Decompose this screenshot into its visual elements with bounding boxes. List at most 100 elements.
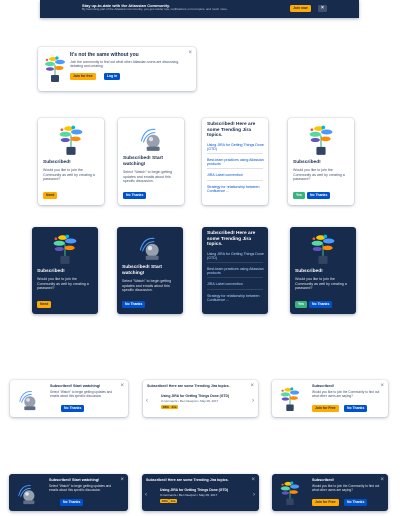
- card-title: Subscribed!: [295, 269, 323, 274]
- close-icon[interactable]: ×: [250, 383, 254, 389]
- close-icon[interactable]: ×: [380, 383, 384, 389]
- card-body: Would you like to join the Community as …: [43, 168, 95, 182]
- join-community-card: It's not the same without you Join the c…: [38, 47, 196, 91]
- topic-link[interactable]: Strategy for relationship between Conflu…: [207, 294, 265, 303]
- log-in-button[interactable]: Log in: [104, 73, 121, 80]
- watching-card-dark: Subscribed! Start watching! Select "Watc…: [117, 227, 183, 314]
- need-button[interactable]: Need: [37, 301, 52, 308]
- plant-illustration: [53, 234, 78, 265]
- need-button[interactable]: Need: [43, 192, 58, 199]
- plant-illustration: [280, 386, 300, 412]
- banner-body: Would you like to join the Community to …: [312, 390, 380, 398]
- divider: [207, 289, 263, 290]
- topic-item-title[interactable]: Using JIRA for Getting Things Done (GTD): [160, 488, 228, 492]
- topics-banner-light: Subscribed! Here are some Trending Jira …: [143, 380, 258, 417]
- close-icon[interactable]: ×: [251, 477, 255, 483]
- close-icon[interactable]: ×: [120, 383, 124, 389]
- card-body: Would you like to join the Community as …: [37, 277, 89, 291]
- card-body: Select "Watch" to begin getting updates …: [122, 279, 172, 293]
- close-icon[interactable]: ×: [120, 477, 124, 483]
- join-now-button[interactable]: Join now: [290, 5, 311, 12]
- card-title: Subscribed!: [43, 160, 71, 165]
- no-thanks-button[interactable]: No Thanks: [123, 192, 147, 199]
- chevron-left-icon[interactable]: ‹: [145, 492, 147, 498]
- watching-banner-dark: Subscribed! Start watching! Select "Watc…: [9, 474, 128, 511]
- card-title: Subscribed! Here are some Trending Jira …: [207, 122, 256, 139]
- banner-title: Subscribed! Here are some Trending Jira …: [146, 478, 229, 482]
- banner-title: Subscribed! Start watching!: [49, 478, 100, 482]
- hero-close-icon[interactable]: ×: [188, 50, 192, 56]
- watch-illustration: [18, 485, 35, 505]
- topic-tag[interactable]: Jira: [170, 405, 178, 409]
- hero-title: It's not the same without you: [70, 52, 139, 58]
- join-free-button[interactable]: Join for Free: [312, 499, 339, 506]
- no-thanks-button[interactable]: No Thanks: [344, 499, 368, 506]
- watching-card-light: Subscribed! Start watching! Select "Watc…: [118, 118, 184, 205]
- banner-title: Subscribed! Here are some Trending Jira …: [147, 384, 230, 388]
- topic-tag[interactable]: JIRA: [161, 405, 171, 409]
- topic-link[interactable]: Best-team practices using Atlassian prod…: [207, 158, 265, 167]
- plant-illustration: [59, 125, 84, 156]
- chevron-right-icon[interactable]: ›: [253, 492, 255, 498]
- divider: [207, 180, 263, 181]
- subscribed-card-dark-2: Subscribed! Would you like to join the C…: [290, 227, 356, 314]
- no-thanks-button[interactable]: No Thanks: [309, 301, 333, 308]
- topics-card-dark: Subscribed! Here are some Trending Jira …: [202, 227, 268, 314]
- watch-illustration: [19, 391, 36, 411]
- card-title: Subscribed! Start watching!: [123, 156, 163, 167]
- join-free-button[interactable]: Join for free: [70, 73, 96, 80]
- banner-body: Select "Watch" to begin getting updates …: [49, 484, 112, 492]
- banner-body: Would you like to join the Community to …: [312, 484, 380, 492]
- plant-illustration: [309, 125, 333, 156]
- topic-tag[interactable]: JIRA: [160, 499, 170, 503]
- yes-button[interactable]: Yes: [295, 301, 307, 308]
- topics-card-light: Subscribed! Here are some Trending Jira …: [202, 118, 268, 205]
- card-title: Subscribed! Start watching!: [122, 265, 162, 276]
- banner-title: Subscribed!: [312, 384, 334, 388]
- no-thanks-button[interactable]: No Thanks: [344, 405, 368, 412]
- yes-button[interactable]: Yes: [293, 192, 305, 199]
- topic-link[interactable]: JIRA Label convention: [207, 282, 265, 286]
- hero-body: Join the community to find out what othe…: [70, 60, 180, 69]
- no-thanks-button[interactable]: No Thanks: [60, 499, 84, 506]
- chevron-left-icon[interactable]: ‹: [146, 398, 148, 404]
- topic-item-meta: 3 comments • Ben Newport • May 09, 2017: [161, 399, 219, 403]
- subscribed-card-dark: Subscribed! Would you like to join the C…: [32, 227, 98, 314]
- top-banner-body: By becoming part of the Atlassian Commun…: [82, 7, 228, 11]
- divider: [207, 262, 263, 263]
- divider: [207, 153, 263, 154]
- chevron-right-icon[interactable]: ›: [252, 398, 254, 404]
- topic-link[interactable]: JIRA Label convention: [207, 173, 265, 177]
- no-thanks-button[interactable]: No Thanks: [61, 405, 85, 412]
- topic-link[interactable]: Using JIRA for Getting Things Done (GTD): [207, 252, 265, 261]
- divider: [207, 277, 263, 278]
- topic-link[interactable]: Strategy for relationship between Conflu…: [207, 185, 265, 194]
- no-thanks-button[interactable]: No Thanks: [307, 192, 331, 199]
- banner-title: Subscribed!: [312, 478, 334, 482]
- topics-banner-dark: Subscribed! Here are some Trending Jira …: [142, 474, 259, 511]
- banner-body: Select "Watch" to begin getting updates …: [50, 390, 113, 398]
- join-free-button[interactable]: Join for Free: [312, 405, 339, 412]
- watch-illustration: [139, 237, 160, 261]
- topic-item-title[interactable]: Using JIRA for Getting Things Done (GTD): [161, 394, 229, 398]
- card-body: Would you like to join the Community as …: [295, 277, 347, 291]
- card-body: Would you like to join the Community as …: [293, 168, 345, 182]
- top-banner-close-button[interactable]: ×: [318, 5, 327, 12]
- join-banner-dark: Subscribed! Would you like to join the C…: [272, 474, 388, 511]
- plant-illustration: [311, 234, 335, 265]
- subscribed-card-light: Subscribed! Would you like to join the C…: [38, 118, 104, 205]
- banner-title: Subscribed! Start watching!: [50, 384, 101, 388]
- card-body: Select "Watch" to begin getting updates …: [123, 170, 173, 184]
- watch-illustration: [140, 128, 161, 152]
- no-thanks-button[interactable]: No Thanks: [122, 301, 146, 308]
- topic-tag[interactable]: Jira: [169, 499, 177, 503]
- divider: [207, 168, 263, 169]
- topic-link[interactable]: Best-team practices using Atlassian prod…: [207, 267, 265, 276]
- topic-link[interactable]: Using JIRA for Getting Things Done (GTD): [207, 143, 265, 152]
- plant-illustration: [280, 480, 300, 506]
- top-banner: Stay up-to-date with the Atlassian Commu…: [40, 0, 359, 18]
- watching-banner-light: Subscribed! Start watching! Select "Watc…: [10, 380, 128, 417]
- subscribed-card-light-2: Subscribed! Would you like to join the C…: [288, 118, 354, 205]
- close-icon[interactable]: ×: [380, 477, 384, 483]
- card-title: Subscribed!: [293, 160, 321, 165]
